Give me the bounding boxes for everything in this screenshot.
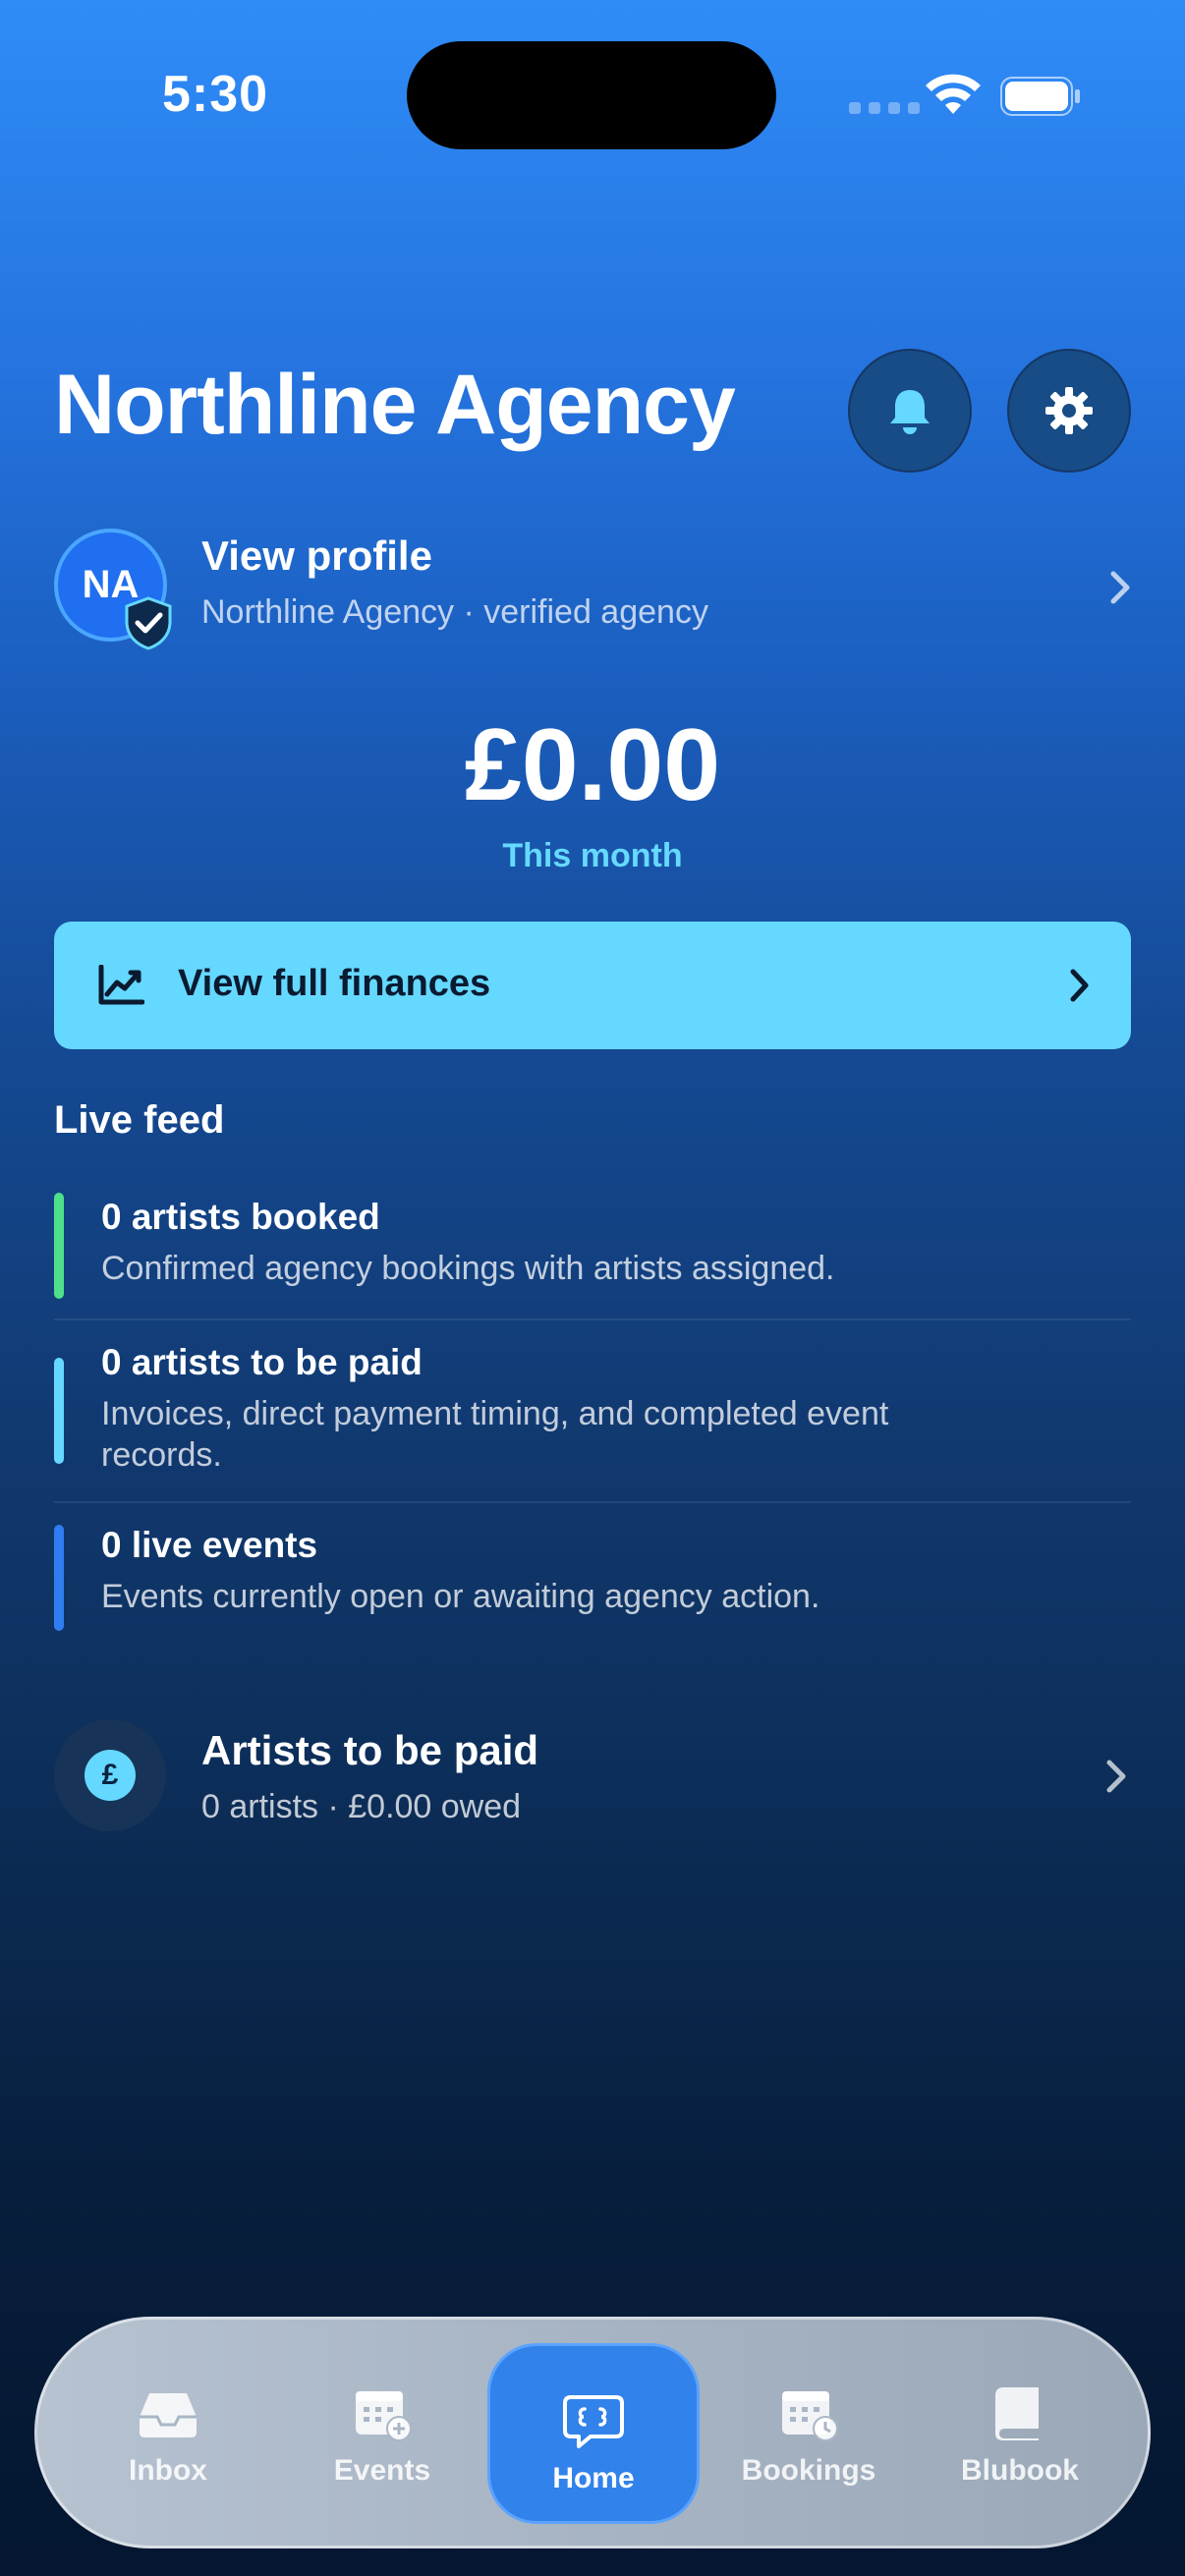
pound-icon: £ xyxy=(85,1750,136,1801)
feed-item-title: 0 artists booked xyxy=(101,1197,380,1237)
feed-indicator-bar xyxy=(54,1525,64,1631)
feed-item-description: Events currently open or awaiting agency… xyxy=(101,1578,820,1615)
live-feed-list: 0 artists booked Confirmed agency bookin… xyxy=(54,1179,1131,1641)
artists-to-be-paid-subtitle: 0 artists · £0.00 owed xyxy=(201,1788,522,1825)
feed-item-description: Confirmed agency bookings with artists a… xyxy=(101,1250,835,1287)
feed-indicator-bar xyxy=(54,1358,64,1464)
calendar-clock-icon xyxy=(782,2391,838,2441)
profile-text: View profile Northline Agency · verified… xyxy=(201,532,708,632)
wifi-icon xyxy=(926,74,981,114)
calendar-add-icon xyxy=(356,2391,412,2441)
cellular-signal-icon xyxy=(849,102,920,114)
tab-label: Events xyxy=(333,2454,431,2487)
tab-events[interactable]: Events xyxy=(279,2320,485,2551)
tab-home[interactable]: Home xyxy=(490,2320,697,2551)
chevron-right-icon xyxy=(1106,1760,1126,1793)
tab-blubook[interactable]: Blubook xyxy=(917,2320,1123,2551)
feed-item-title: 0 live events xyxy=(101,1525,318,1565)
artists-to-be-paid-text: Artists to be paid 0 artists · £0.00 owe… xyxy=(201,1727,538,1826)
chevron-right-icon xyxy=(1070,969,1089,1002)
inbox-icon xyxy=(140,2393,197,2437)
feed-indicator-bar xyxy=(54,1193,64,1299)
tab-label: Bookings xyxy=(741,2454,876,2487)
feed-item-artists-to-be-paid[interactable]: 0 artists to be paid Invoices, direct pa… xyxy=(54,1320,1131,1503)
artists-to-be-paid-row[interactable]: £ Artists to be paid 0 artists · £0.00 o… xyxy=(54,1719,1131,1833)
chat-bubble-icon xyxy=(563,2395,624,2448)
profile-subtitle: Northline Agency · verified agency xyxy=(201,593,708,631)
battery-icon xyxy=(1000,77,1080,116)
chevron-right-icon xyxy=(1110,571,1130,604)
tab-inbox[interactable]: Inbox xyxy=(65,2320,271,2551)
tab-label: Blubook xyxy=(961,2454,1079,2487)
live-feed-title: Live feed xyxy=(54,1098,225,1142)
tab-bookings[interactable]: Bookings xyxy=(705,2320,912,2551)
dynamic-island xyxy=(407,41,776,149)
feed-item-title: 0 artists to be paid xyxy=(101,1342,423,1382)
tab-label: Inbox xyxy=(129,2454,207,2487)
tab-label: Home xyxy=(552,2462,635,2494)
pound-icon-wrap: £ xyxy=(54,1719,166,1831)
verified-shield-icon xyxy=(125,596,172,650)
view-full-finances-button[interactable]: View full finances xyxy=(54,922,1131,1049)
tab-bar: Inbox Events Home Bookings Blubook xyxy=(34,2317,1151,2548)
feed-item-live-events[interactable]: 0 live events Events currently open or a… xyxy=(54,1503,1131,1641)
status-time: 5:30 xyxy=(162,66,269,123)
view-profile-row[interactable]: NA View profile Northline Agency · verif… xyxy=(54,529,1135,650)
profile-title: View profile xyxy=(201,532,432,579)
notifications-button[interactable] xyxy=(848,349,972,473)
book-icon xyxy=(995,2387,1039,2440)
page-title: Northline Agency xyxy=(54,358,736,452)
line-chart-icon xyxy=(98,965,144,1005)
header: Northline Agency xyxy=(54,339,1135,476)
feed-item-description: Invoices, direct payment timing, and com… xyxy=(101,1395,889,1474)
finances-button-label: View full finances xyxy=(178,963,491,1004)
balance-period-label: This month xyxy=(502,837,683,874)
feed-item-artists-booked[interactable]: 0 artists booked Confirmed agency bookin… xyxy=(54,1179,1131,1320)
bell-icon xyxy=(890,390,930,434)
artists-to-be-paid-title: Artists to be paid xyxy=(201,1727,539,1773)
balance-amount: £0.00 xyxy=(464,708,721,822)
gear-icon xyxy=(1045,387,1093,434)
status-bar: 5:30 xyxy=(0,0,1185,187)
settings-button[interactable] xyxy=(1007,349,1131,473)
